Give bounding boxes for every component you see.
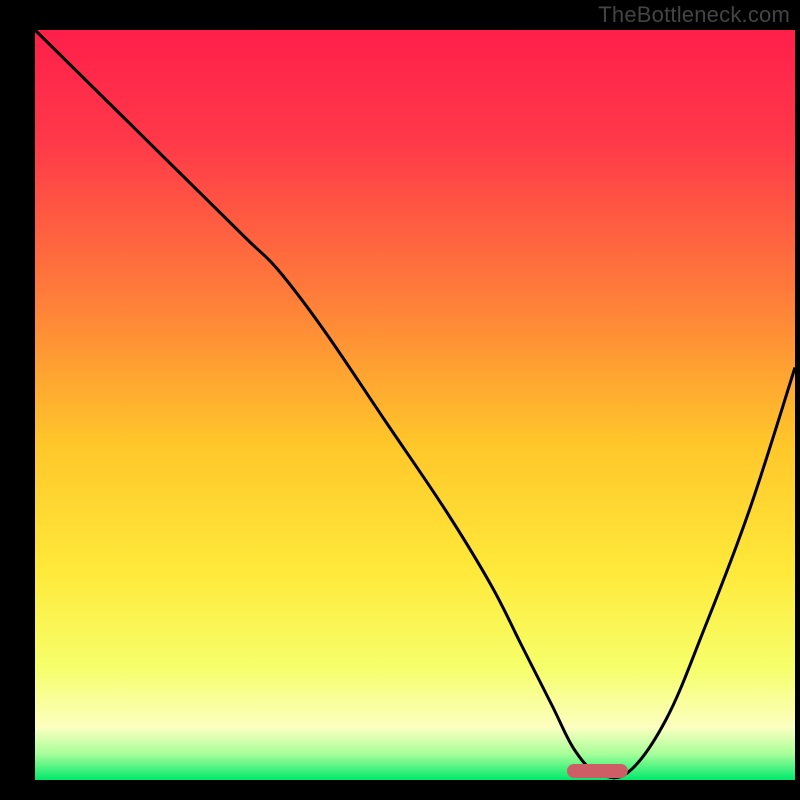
bottleneck-chart: [0, 0, 800, 800]
optimal-range-marker: [567, 764, 628, 778]
chart-container: { "watermark": "TheBottleneck.com", "col…: [0, 0, 800, 800]
watermark-text: TheBottleneck.com: [598, 2, 790, 28]
